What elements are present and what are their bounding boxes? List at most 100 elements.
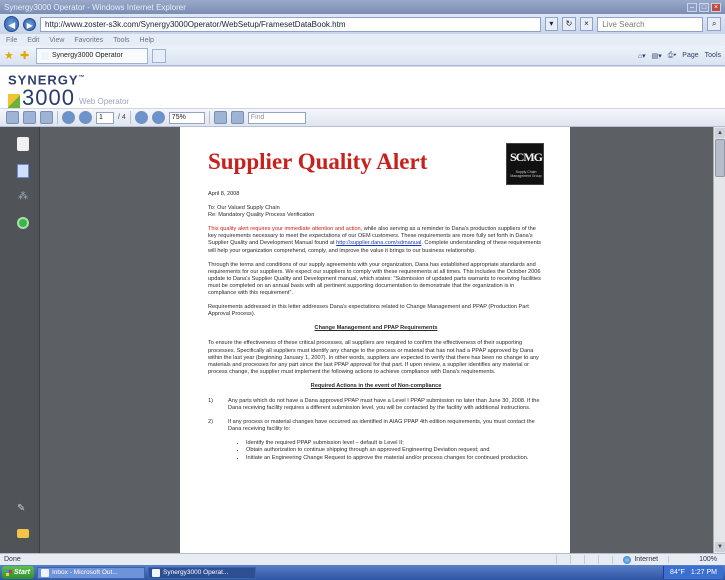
navigation-pane: ⁂ ✎ — [0, 127, 40, 553]
menu-edit[interactable]: Edit — [27, 37, 39, 44]
status-text: Done — [4, 556, 21, 563]
start-button[interactable]: Start — [2, 566, 34, 579]
refresh-icon[interactable]: ↻ — [562, 17, 576, 31]
bullet-item: Obtain authorization to continue shippin… — [246, 447, 544, 454]
bullet-item: Identify the required PPAP submission le… — [246, 440, 544, 447]
search-icon[interactable]: ⌕ — [707, 17, 721, 31]
tools-menu-button[interactable]: Tools — [705, 52, 721, 59]
brand-logo-icon — [8, 94, 20, 109]
tab-label: Synergy3000 Operator — [52, 52, 123, 59]
menu-bar: File Edit View Favorites Tools Help — [0, 34, 725, 46]
bullet-list: Identify the required PPAP submission le… — [246, 440, 544, 461]
status-zoom[interactable]: 100% — [668, 556, 721, 563]
globe-icon — [623, 555, 632, 564]
comments-icon[interactable] — [17, 529, 29, 538]
menu-help[interactable]: Help — [140, 37, 154, 44]
previous-page-icon[interactable] — [62, 111, 75, 124]
add-favorites-icon[interactable]: ✚ — [20, 50, 32, 62]
outlook-icon — [41, 568, 49, 577]
menu-favorites[interactable]: Favorites — [74, 37, 103, 44]
print-pdf-icon[interactable] — [23, 111, 36, 124]
paragraph-1: This quality alert requires your immedia… — [208, 226, 542, 254]
scroll-down-icon[interactable]: ▼ — [715, 542, 725, 552]
document-title: Supplier Quality Alert — [208, 149, 428, 174]
menu-view[interactable]: View — [49, 37, 64, 44]
paragraph-3: Requirements addressed in this letter ad… — [208, 304, 529, 318]
tab-synergy3000-operator[interactable]: Synergy3000 Operator — [36, 47, 148, 64]
scroll-thumb[interactable] — [715, 139, 725, 177]
brand-name: SYNERGY™ — [8, 72, 86, 88]
search-input[interactable]: Live Search — [597, 16, 704, 32]
page-menu-button[interactable]: Page — [682, 52, 698, 59]
feeds-icon[interactable]: ▤▾ — [652, 52, 662, 60]
document-re: Re: Mandatory Quality Process Verificati… — [208, 212, 315, 219]
vertical-scrollbar[interactable]: ▲ ▼ — [713, 127, 725, 553]
window-title-bar: Synergy3000 Operator - Windows Internet … — [0, 0, 725, 14]
address-row: ◀ ▶ http://www.zoster-s3k.com/Synergy300… — [0, 14, 725, 34]
document-to: To: Our Valued Supply Chain — [208, 205, 280, 212]
paragraph-2: Through the terms and conditions of our … — [208, 261, 541, 297]
maximize-button[interactable]: □ — [699, 2, 709, 12]
dropdown-icon[interactable]: ▾ — [544, 17, 559, 31]
taskbar: Start Inbox - Microsoft Out... Synergy30… — [0, 565, 725, 580]
scroll-up-icon[interactable]: ▲ — [715, 128, 725, 138]
favorites-star-icon[interactable]: ★ — [4, 50, 16, 62]
pdf-toolbar: 1 / 4 75% Find — [0, 109, 725, 127]
pdf-viewer: ⁂ ✎ Supplier Quality Alert SCMG Supply C… — [0, 127, 725, 553]
window-title: Synergy3000 Operator - Windows Internet … — [4, 2, 186, 12]
tab-row: ★ ✚ Synergy3000 Operator ⌂▾ ▤▾ ⎙▾ Page T… — [0, 46, 725, 66]
pdf-page: Supplier Quality Alert SCMG Supply Chain… — [180, 127, 570, 553]
document-body: April 8, 2008 To: Our Valued Supply Chai… — [208, 191, 544, 462]
zoom-select[interactable]: 75% — [168, 111, 205, 124]
taskbar-item-synergy[interactable]: Synergy3000 Operat... — [148, 566, 256, 579]
status-bar: Done Internet 100% — [0, 553, 725, 565]
clock: 1:27 PM — [690, 569, 717, 576]
zoom-in-icon[interactable] — [151, 111, 165, 124]
page-total: / 4 — [118, 114, 126, 121]
signatures-panel-icon[interactable]: ⁂ — [17, 191, 29, 205]
taskbar-item-outlook[interactable]: Inbox - Microsoft Out... — [37, 566, 145, 579]
list-item: 1) Any parts which do not have a Dana ap… — [208, 397, 540, 412]
forward-button[interactable]: ▶ — [23, 17, 37, 31]
new-tab-button[interactable] — [152, 48, 166, 63]
list-item: 2) If any process or material changes ha… — [208, 419, 535, 433]
how-to-icon[interactable] — [17, 217, 29, 229]
section-heading: Required Actions in the event of Non-com… — [310, 382, 442, 389]
system-tray: 84°F 1:27 PM — [663, 566, 723, 579]
ie-icon — [152, 568, 160, 577]
zoom-out-icon[interactable] — [134, 111, 148, 124]
security-zone: Internet — [612, 555, 668, 564]
fit-page-icon[interactable] — [213, 111, 227, 124]
menu-tools[interactable]: Tools — [113, 37, 129, 44]
back-button[interactable]: ◀ — [4, 16, 20, 32]
bullet-item: Initiate an Engineering Change Request t… — [246, 455, 544, 462]
menu-file[interactable]: File — [6, 37, 17, 44]
minimize-button[interactable]: – — [687, 2, 697, 12]
attachments-icon[interactable]: ✎ — [17, 503, 29, 517]
stop-icon[interactable]: × — [579, 17, 594, 31]
address-bar[interactable]: http://www.zoster-s3k.com/Synergy3000Ope… — [40, 16, 541, 32]
pages-panel-icon[interactable] — [17, 137, 29, 151]
fit-width-icon[interactable] — [230, 111, 244, 124]
manual-link[interactable]: http://supplier.dana.com/sdmanual — [336, 240, 421, 246]
windows-flag-icon — [6, 569, 13, 576]
section-heading: Change Management and PPAP Requirements — [314, 325, 438, 332]
next-page-icon[interactable] — [79, 111, 92, 124]
save-icon[interactable] — [6, 111, 19, 124]
home-icon[interactable]: ⌂▾ — [638, 52, 646, 60]
document-date: April 8, 2008 — [208, 191, 240, 197]
weather-temp: 84°F — [670, 569, 685, 576]
email-icon[interactable] — [40, 111, 53, 124]
page-number-input[interactable]: 1 — [96, 111, 114, 124]
app-brand-header: SYNERGY™ 3000 Web Operator — [0, 67, 725, 109]
find-input[interactable]: Find — [247, 111, 306, 124]
close-button[interactable]: × — [711, 2, 721, 12]
bookmarks-panel-icon[interactable] — [17, 164, 29, 178]
brand-subtitle: Web Operator — [78, 97, 130, 107]
scmg-seal-logo: SCMG Supply Chain Management Group — [506, 143, 544, 185]
brand-number: 3000 — [22, 85, 75, 111]
paragraph-4: To ensure the effectiveness of these cri… — [208, 340, 539, 375]
print-icon[interactable]: ⎙▾ — [668, 52, 677, 60]
command-bar: ⌂▾ ▤▾ ⎙▾ Page Tools — [638, 52, 721, 60]
page-icon — [41, 51, 49, 60]
